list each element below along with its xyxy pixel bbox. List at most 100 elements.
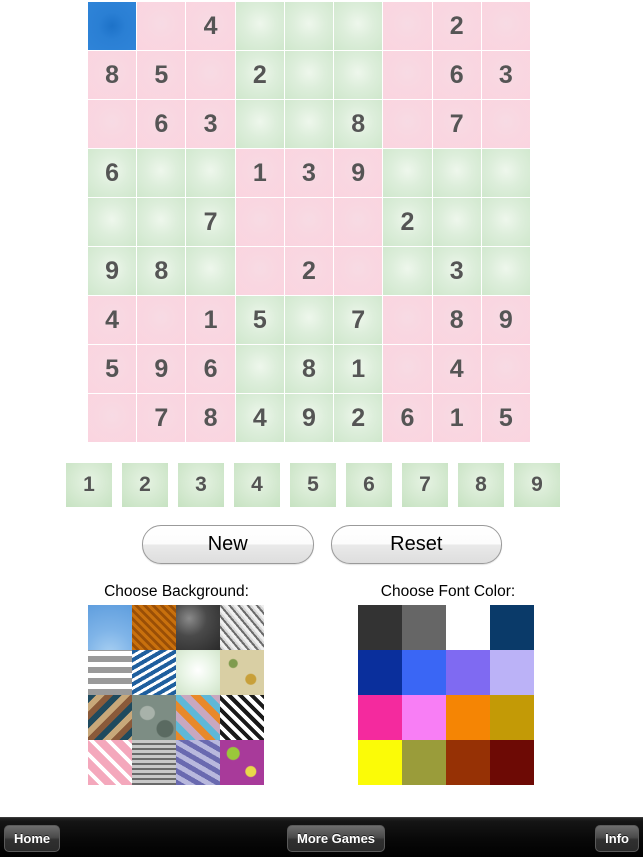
sudoku-cell-r9c2[interactable]: 7	[137, 394, 186, 442]
sudoku-cell-r1c9[interactable]	[481, 2, 530, 50]
sudoku-cell-r3c2[interactable]: 6	[137, 100, 186, 148]
sudoku-cell-r4c8[interactable]	[432, 149, 481, 197]
background-swatch-orange-wood-weave[interactable]	[132, 605, 176, 650]
font-color-swatch-gray[interactable]	[402, 605, 446, 650]
sudoku-cell-r9c7[interactable]: 6	[383, 394, 432, 442]
sudoku-cell-r6c6[interactable]	[334, 247, 383, 295]
sudoku-cell-r1c1[interactable]	[88, 2, 137, 50]
sudoku-cell-r4c9[interactable]	[481, 149, 530, 197]
sudoku-cell-r1c4[interactable]	[235, 2, 284, 50]
sudoku-cell-r7c5[interactable]	[284, 296, 334, 344]
sudoku-cell-r3c3[interactable]: 3	[186, 100, 235, 148]
sudoku-cell-r9c9[interactable]: 5	[481, 394, 530, 442]
sudoku-cell-r7c2[interactable]	[137, 296, 186, 344]
numpad-key-9[interactable]: 9	[514, 463, 560, 507]
sudoku-cell-r9c6[interactable]: 2	[334, 394, 383, 442]
sudoku-cell-r1c2[interactable]	[137, 2, 186, 50]
sudoku-cell-r5c4[interactable]	[235, 198, 284, 246]
background-swatch-octagon-color-tiles[interactable]	[176, 695, 220, 740]
sudoku-cell-r9c4[interactable]: 4	[235, 394, 284, 442]
background-swatch-blue-chevron-zigzag[interactable]	[132, 650, 176, 695]
numpad-key-5[interactable]: 5	[290, 463, 336, 507]
sudoku-cell-r1c6[interactable]	[334, 2, 383, 50]
sudoku-cell-r7c4[interactable]: 5	[235, 296, 284, 344]
sudoku-cell-r3c1[interactable]	[88, 100, 137, 148]
background-swatch-purple-leaf-floral[interactable]	[220, 740, 264, 785]
sudoku-cell-r5c7[interactable]: 2	[383, 198, 432, 246]
sudoku-cell-r8c6[interactable]: 1	[334, 345, 383, 393]
sudoku-cell-r6c7[interactable]	[383, 247, 432, 295]
background-swatch-beige-floral-bee[interactable]	[220, 650, 264, 695]
sudoku-cell-r3c4[interactable]	[235, 100, 284, 148]
font-color-swatch-dark-maroon[interactable]	[490, 740, 534, 785]
font-color-swatch-violet[interactable]	[446, 650, 490, 695]
background-swatch-gray-maze-squares[interactable]	[132, 740, 176, 785]
background-swatch-blue-purple-swirls[interactable]	[176, 740, 220, 785]
sudoku-cell-r8c3[interactable]: 6	[186, 345, 235, 393]
font-color-swatch-light-lavender[interactable]	[490, 650, 534, 695]
sudoku-cell-r7c1[interactable]: 4	[88, 296, 137, 344]
sudoku-cell-r6c3[interactable]	[186, 247, 235, 295]
sudoku-cell-r7c3[interactable]: 1	[186, 296, 235, 344]
new-button[interactable]: New	[142, 525, 314, 564]
sudoku-cell-r6c8[interactable]: 3	[432, 247, 481, 295]
sudoku-cell-r6c4[interactable]	[235, 247, 284, 295]
background-swatch-gray-interlock-links[interactable]	[88, 650, 132, 695]
font-color-swatch-orange[interactable]	[446, 695, 490, 740]
sudoku-cell-r6c9[interactable]	[481, 247, 530, 295]
sudoku-cell-r8c1[interactable]: 5	[88, 345, 137, 393]
sudoku-cell-r4c5[interactable]: 3	[284, 149, 334, 197]
numpad-key-3[interactable]: 3	[178, 463, 224, 507]
font-color-swatch-dark-gold[interactable]	[490, 695, 534, 740]
sudoku-cell-r4c3[interactable]	[186, 149, 235, 197]
font-color-swatch-dark-blue[interactable]	[358, 650, 402, 695]
more-games-button[interactable]: More Games	[287, 825, 386, 852]
background-swatch-dark-gray-clouds[interactable]	[176, 605, 220, 650]
numpad-key-6[interactable]: 6	[346, 463, 392, 507]
numpad-key-8[interactable]: 8	[458, 463, 504, 507]
numpad-key-4[interactable]: 4	[234, 463, 280, 507]
font-color-swatch-pink[interactable]	[402, 695, 446, 740]
sudoku-cell-r2c5[interactable]	[284, 51, 334, 99]
background-swatch-pink-hearts-lattice[interactable]	[88, 740, 132, 785]
sudoku-cell-r6c1[interactable]: 9	[88, 247, 137, 295]
sudoku-cell-r3c7[interactable]	[383, 100, 432, 148]
sudoku-cell-r1c8[interactable]: 2	[432, 2, 481, 50]
sudoku-cell-r7c7[interactable]	[383, 296, 432, 344]
font-color-swatch-royal-blue[interactable]	[402, 650, 446, 695]
sudoku-cell-r9c1[interactable]	[88, 394, 137, 442]
sudoku-cell-r1c3[interactable]: 4	[186, 2, 235, 50]
number-pad[interactable]: 123456789	[66, 463, 578, 507]
font-color-swatch-rust[interactable]	[446, 740, 490, 785]
numpad-key-1[interactable]: 1	[66, 463, 112, 507]
sudoku-cell-r4c7[interactable]	[383, 149, 432, 197]
sudoku-cell-r2c2[interactable]: 5	[137, 51, 186, 99]
sudoku-cell-r9c5[interactable]: 9	[284, 394, 334, 442]
sudoku-cell-r2c3[interactable]	[186, 51, 235, 99]
font-color-swatch-olive[interactable]	[402, 740, 446, 785]
background-swatch-blue-sky-rays[interactable]	[88, 605, 132, 650]
sudoku-cell-r5c8[interactable]	[432, 198, 481, 246]
background-swatch-diagonal-gray-stripes[interactable]	[220, 605, 264, 650]
sudoku-cell-r1c7[interactable]	[383, 2, 432, 50]
sudoku-cell-r9c8[interactable]: 1	[432, 394, 481, 442]
sudoku-cell-r7c6[interactable]: 7	[334, 296, 383, 344]
home-button[interactable]: Home	[4, 825, 61, 852]
sudoku-cell-r2c1[interactable]: 8	[88, 51, 137, 99]
sudoku-cell-r4c1[interactable]: 6	[88, 149, 137, 197]
reset-button[interactable]: Reset	[330, 525, 502, 564]
sudoku-cell-r2c7[interactable]	[383, 51, 432, 99]
sudoku-cell-r7c9[interactable]: 9	[481, 296, 530, 344]
sudoku-cell-r8c8[interactable]: 4	[432, 345, 481, 393]
sudoku-cell-r5c9[interactable]	[481, 198, 530, 246]
sudoku-cell-r7c8[interactable]: 8	[432, 296, 481, 344]
sudoku-cell-r2c6[interactable]	[334, 51, 383, 99]
sudoku-cell-r6c5[interactable]: 2	[284, 247, 334, 295]
sudoku-grid[interactable]: 4 2 8 5 2 6 3 6 3 8 7 6 1 3 9 7 2 9 8 2 3 4 1 5 7 8 9 5 9 6 8 1 4 7 8 4 9 2 6 1…	[88, 2, 530, 442]
numpad-key-2[interactable]: 2	[122, 463, 168, 507]
font-color-swatch-magenta[interactable]	[358, 695, 402, 740]
sudoku-cell-r4c2[interactable]	[137, 149, 186, 197]
font-color-swatch-yellow[interactable]	[358, 740, 402, 785]
background-swatch-grid[interactable]	[88, 605, 264, 785]
sudoku-cell-r4c4[interactable]: 1	[235, 149, 284, 197]
